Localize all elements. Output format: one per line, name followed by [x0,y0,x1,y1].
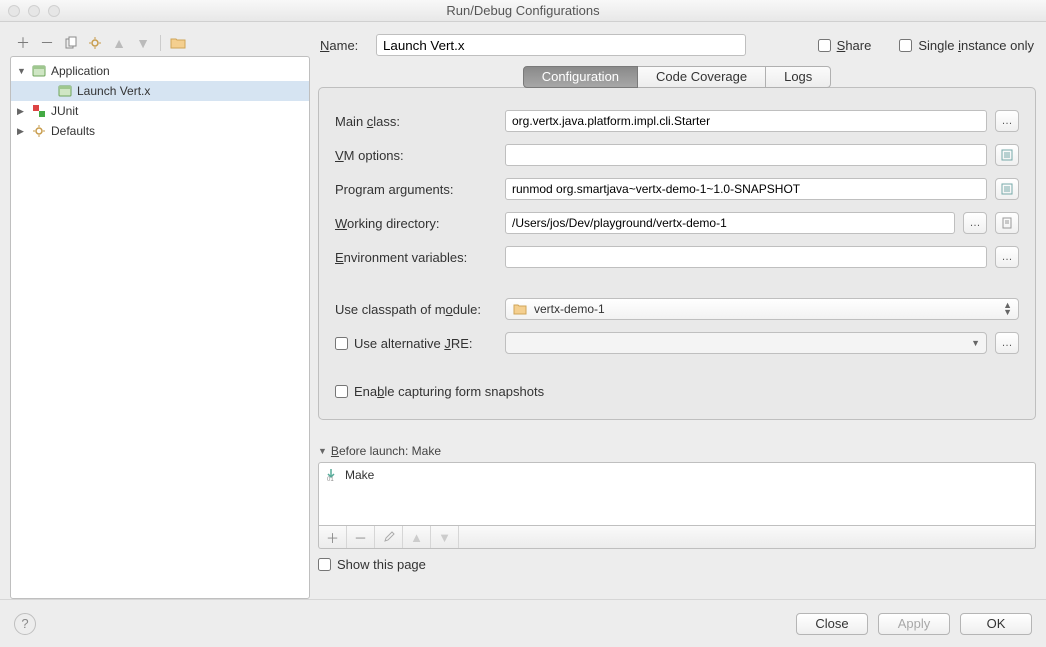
ok-button[interactable]: OK [960,613,1032,635]
bl-remove-button[interactable]: － [347,526,375,548]
before-launch-item[interactable]: 01 Make [323,466,1031,484]
alt-jre-select[interactable]: ▼ [505,332,987,354]
before-launch-toolbar: ＋ － ▲ ▼ [318,526,1036,549]
single-instance-checkbox[interactable]: Single instance only [899,38,1034,53]
zoom-window-icon[interactable] [48,5,60,17]
bl-add-button[interactable]: ＋ [319,526,347,548]
minimize-window-icon[interactable] [28,5,40,17]
junit-icon [31,103,47,119]
window-controls [8,5,60,17]
show-this-page-checkbox[interactable]: Show this page [318,557,1036,572]
env-vars-input[interactable] [505,246,987,268]
expand-arrow-icon[interactable]: ▼ [17,66,27,76]
before-launch-section: ▼ Before launch: Make 01 Make ＋ － [318,444,1036,572]
program-args-label: Program arguments: [335,182,497,197]
enable-snapshots-label: Enable capturing form snapshots [354,384,544,399]
show-this-page-checkbox-input[interactable] [318,558,331,571]
move-down-button[interactable]: ▼ [134,34,152,52]
share-checkbox[interactable]: Share [818,38,872,53]
tab-code-coverage[interactable]: Code Coverage [638,66,766,88]
bl-edit-button[interactable] [375,526,403,548]
vm-options-label: VM options: [335,148,497,163]
name-input[interactable] [376,34,746,56]
dropdown-arrow-icon: ▼ [971,340,980,347]
sidebar: ＋ － ▲ ▼ ▼ [10,30,310,599]
main-class-input[interactable] [505,110,987,132]
window-title: Run/Debug Configurations [0,3,1046,18]
footer: ? Close Apply OK [0,599,1046,647]
add-config-button[interactable]: ＋ [14,34,32,52]
tree-label: Defaults [51,124,95,138]
config-tree[interactable]: ▼ Application Launch Vert.x ▶ [10,56,310,599]
before-launch-list[interactable]: 01 Make [318,462,1036,526]
tree-label: Launch Vert.x [77,84,150,98]
apply-button[interactable]: Apply [878,613,950,635]
application-icon [57,83,73,99]
module-icon [512,301,528,317]
remove-config-button[interactable]: － [38,34,56,52]
alt-jre-label: Use alternative JRE: [354,336,473,351]
bl-up-button[interactable]: ▲ [403,526,431,548]
expand-arrow-icon[interactable]: ▶ [17,106,27,117]
expand-vm-options-button[interactable] [995,144,1019,166]
browse-jre-button[interactable]: … [995,332,1019,354]
alt-jre-checkbox-input[interactable] [335,337,348,350]
copy-config-button[interactable] [62,34,80,52]
tree-item-application[interactable]: ▼ Application [11,61,309,81]
expand-arrow-icon[interactable]: ▶ [17,126,27,137]
edit-env-vars-button[interactable]: … [995,246,1019,268]
sidebar-toolbar: ＋ － ▲ ▼ [10,30,310,56]
working-dir-input[interactable] [505,212,955,234]
defaults-icon [31,123,47,139]
close-button[interactable]: Close [796,613,868,635]
tab-configuration[interactable]: Configuration [523,66,638,88]
before-launch-item-label: Make [345,468,374,482]
close-window-icon[interactable] [8,5,20,17]
help-button[interactable]: ? [14,613,36,635]
tree-item-launch-vertx[interactable]: Launch Vert.x [11,81,309,101]
tree-item-defaults[interactable]: ▶ Defaults [11,121,309,141]
single-instance-label: Single instance only [918,38,1034,53]
tree-label: Application [51,64,110,78]
alt-jre-checkbox[interactable]: Use alternative JRE: [335,336,497,351]
tree-label: JUnit [51,104,78,118]
make-icon: 01 [323,467,339,483]
folder-button[interactable] [169,34,187,52]
right-pane: Name: Share Single instance only Configu… [318,30,1036,599]
tree-item-junit[interactable]: ▶ JUnit [11,101,309,121]
name-label: Name: [320,38,366,53]
vm-options-input[interactable] [505,144,987,166]
svg-text:01: 01 [327,477,334,482]
show-this-page-label: Show this page [337,557,426,572]
browse-working-dir-button[interactable]: … [963,212,987,234]
tab-logs[interactable]: Logs [766,66,831,88]
working-dir-label: Working directory: [335,216,497,231]
before-launch-header[interactable]: ▼ Before launch: Make [318,444,1036,458]
expand-program-args-button[interactable] [995,178,1019,200]
before-launch-title: Before launch: Make [331,444,441,458]
enable-snapshots-checkbox-input[interactable] [335,385,348,398]
titlebar: Run/Debug Configurations [0,0,1046,22]
tab-strip: Configuration Code Coverage Logs [318,66,1036,88]
application-icon [31,63,47,79]
classpath-module-value: vertx-demo-1 [534,302,605,316]
collapse-arrow-icon[interactable]: ▼ [318,446,327,456]
share-label: Share [837,38,872,53]
program-args-input[interactable] [505,178,987,200]
dropdown-arrows-icon: ▲▼ [1003,302,1012,316]
share-checkbox-input[interactable] [818,39,831,52]
move-up-button[interactable]: ▲ [110,34,128,52]
browse-main-class-button[interactable]: … [995,110,1019,132]
bl-down-button[interactable]: ▼ [431,526,459,548]
env-vars-label: Environment variables: [335,250,497,265]
configuration-panel: Main class: … VM options: Program argume… [318,87,1036,420]
main-class-label: Main class: [335,114,497,129]
enable-snapshots-checkbox[interactable]: Enable capturing form snapshots [335,384,1019,399]
single-instance-checkbox-input[interactable] [899,39,912,52]
classpath-module-label: Use classpath of module: [335,302,497,317]
working-dir-macro-button[interactable] [995,212,1019,234]
classpath-module-select[interactable]: vertx-demo-1 ▲▼ [505,298,1019,320]
edit-defaults-button[interactable] [86,34,104,52]
